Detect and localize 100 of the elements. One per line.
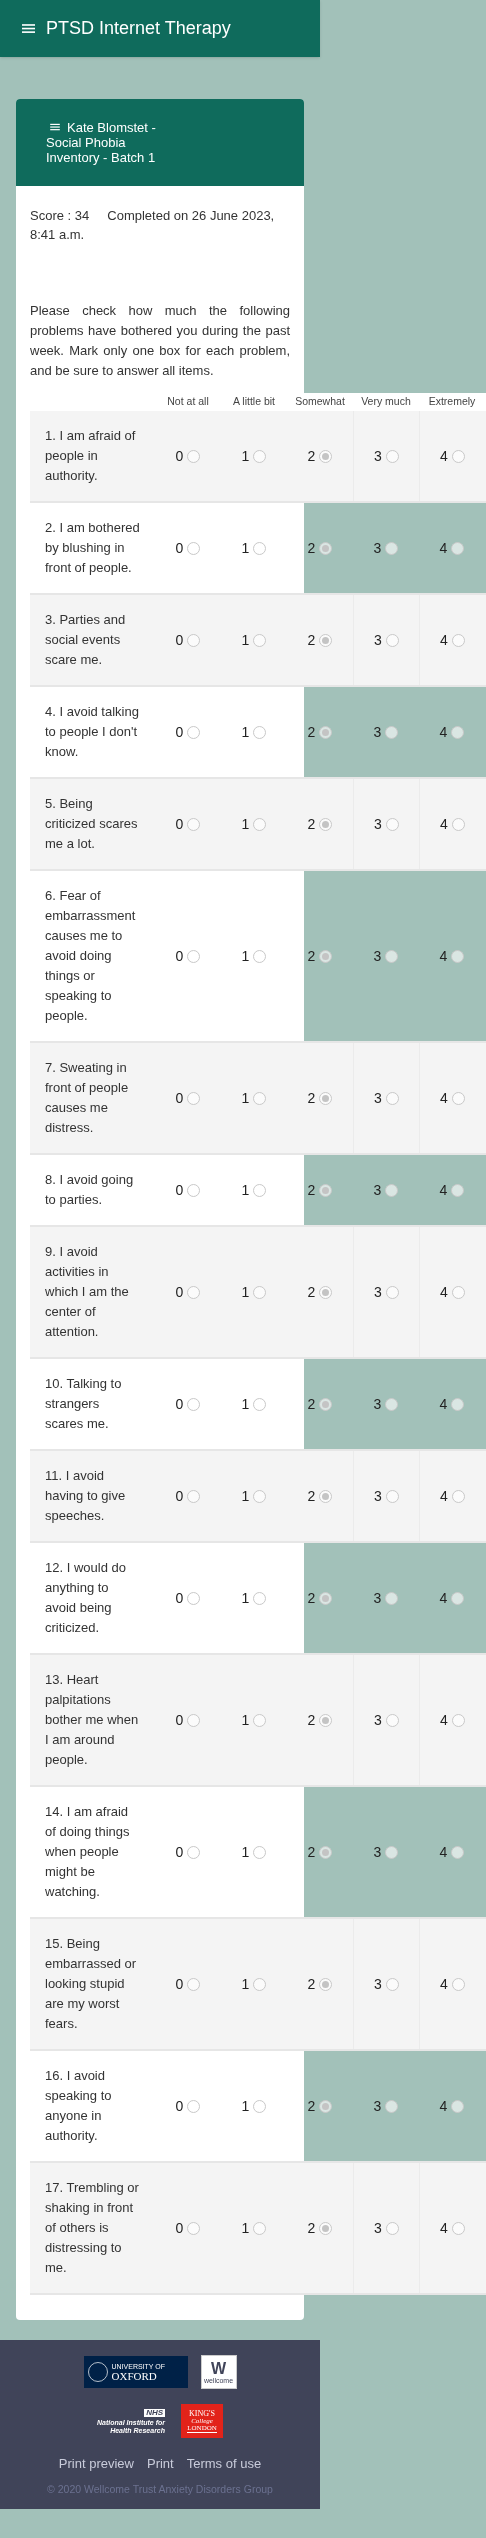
radio-button[interactable]: [451, 949, 465, 963]
radio-button[interactable]: [319, 541, 333, 555]
radio-button[interactable]: [385, 1091, 399, 1105]
radio-button[interactable]: [385, 449, 399, 463]
footer-link[interactable]: Print preview: [58, 2454, 134, 2474]
radio-button[interactable]: [385, 949, 399, 963]
radio-button[interactable]: [385, 1977, 399, 1991]
radio-button[interactable]: [187, 2099, 201, 2113]
radio-button[interactable]: [187, 1845, 201, 1859]
radio-button[interactable]: [385, 2221, 399, 2235]
radio-button[interactable]: [187, 449, 201, 463]
radio-button[interactable]: [319, 2221, 333, 2235]
radio-button[interactable]: [319, 449, 333, 463]
radio-button[interactable]: [451, 2221, 465, 2235]
radio-button[interactable]: [187, 1591, 201, 1605]
radio-button[interactable]: [385, 1285, 399, 1299]
option-number: 4: [439, 1394, 448, 1414]
radio-button[interactable]: [385, 1845, 399, 1859]
radio-button[interactable]: [187, 1489, 201, 1503]
radio-button[interactable]: [319, 1977, 333, 1991]
option-number: 2: [307, 1710, 316, 1730]
radio-button[interactable]: [319, 633, 333, 647]
option-number: 2: [307, 1088, 316, 1108]
radio-button[interactable]: [451, 725, 465, 739]
radio-button[interactable]: [319, 1285, 333, 1299]
radio-button[interactable]: [253, 949, 267, 963]
radio-button[interactable]: [451, 1091, 465, 1105]
radio-button[interactable]: [187, 541, 201, 555]
radio-button[interactable]: [187, 1285, 201, 1299]
radio-button[interactable]: [385, 817, 399, 831]
radio-button[interactable]: [253, 541, 267, 555]
radio-button[interactable]: [319, 1845, 333, 1859]
radio-button[interactable]: [253, 1977, 267, 1991]
radio-button[interactable]: [451, 1977, 465, 1991]
radio-button[interactable]: [385, 1489, 399, 1503]
radio-button[interactable]: [319, 2099, 333, 2113]
radio-button[interactable]: [253, 725, 267, 739]
radio-button[interactable]: [319, 1091, 333, 1105]
option-number: 4: [440, 1974, 448, 1994]
radio-button[interactable]: [385, 633, 399, 647]
radio-button[interactable]: [451, 1397, 465, 1411]
option-number: 4: [440, 1088, 448, 1108]
footer-link[interactable]: Terms of use: [186, 2454, 262, 2474]
radio-button[interactable]: [187, 2221, 201, 2235]
radio-button[interactable]: [253, 1713, 267, 1727]
radio-button[interactable]: [451, 1285, 465, 1299]
radio-button[interactable]: [253, 449, 267, 463]
radio-button[interactable]: [253, 1183, 267, 1197]
footer-link[interactable]: Print: [147, 2454, 174, 2474]
radio-button[interactable]: [187, 1183, 201, 1197]
radio-button[interactable]: [319, 817, 333, 831]
radio-button[interactable]: [253, 1489, 267, 1503]
radio-button[interactable]: [319, 1713, 333, 1727]
radio-button[interactable]: [385, 1183, 399, 1197]
menu-icon[interactable]: [50, 123, 60, 131]
radio-button[interactable]: [253, 1091, 267, 1105]
radio-button[interactable]: [187, 725, 201, 739]
question-text: 7. Sweating in front of people causes me distress.: [44, 1059, 130, 1137]
radio-button[interactable]: [451, 1489, 465, 1503]
radio-button[interactable]: [187, 1977, 201, 1991]
option-number: 4: [439, 722, 448, 742]
radio-button[interactable]: [451, 449, 465, 463]
radio-button[interactable]: [253, 1397, 267, 1411]
radio-button[interactable]: [451, 1713, 465, 1727]
radio-button[interactable]: [319, 725, 333, 739]
radio-button[interactable]: [253, 1845, 267, 1859]
radio-button[interactable]: [451, 633, 465, 647]
radio-button[interactable]: [319, 1183, 333, 1197]
radio-button[interactable]: [253, 2099, 267, 2113]
radio-button[interactable]: [253, 1285, 267, 1299]
radio-button[interactable]: [385, 725, 399, 739]
radio-button[interactable]: [187, 1397, 201, 1411]
radio-button[interactable]: [319, 1591, 333, 1605]
radio-button[interactable]: [385, 541, 399, 555]
radio-button[interactable]: [385, 1397, 399, 1411]
radio-button[interactable]: [253, 817, 267, 831]
radio-button[interactable]: [451, 1591, 465, 1605]
radio-button[interactable]: [451, 817, 465, 831]
menu-icon[interactable]: [22, 23, 35, 34]
radio-button[interactable]: [385, 2099, 399, 2113]
radio-button[interactable]: [451, 1845, 465, 1859]
score-and-date-text: Score : 34 Completed on 26 June 2023, 8:41 a.m.: [29, 207, 276, 244]
radio-button[interactable]: [187, 949, 201, 963]
radio-button[interactable]: [187, 817, 201, 831]
radio-button[interactable]: [187, 633, 201, 647]
radio-button[interactable]: [451, 2099, 465, 2113]
radio-button[interactable]: [451, 1183, 465, 1197]
option-number: 1: [241, 2096, 250, 2116]
radio-button[interactable]: [253, 633, 267, 647]
radio-button[interactable]: [385, 1713, 399, 1727]
radio-button[interactable]: [253, 1591, 267, 1605]
option-number: 0: [175, 946, 184, 966]
radio-button[interactable]: [319, 1489, 333, 1503]
radio-button[interactable]: [187, 1091, 201, 1105]
radio-button[interactable]: [451, 541, 465, 555]
radio-button[interactable]: [385, 1591, 399, 1605]
radio-button[interactable]: [319, 949, 333, 963]
radio-button[interactable]: [187, 1713, 201, 1727]
radio-button[interactable]: [319, 1397, 333, 1411]
radio-button[interactable]: [253, 2221, 267, 2235]
